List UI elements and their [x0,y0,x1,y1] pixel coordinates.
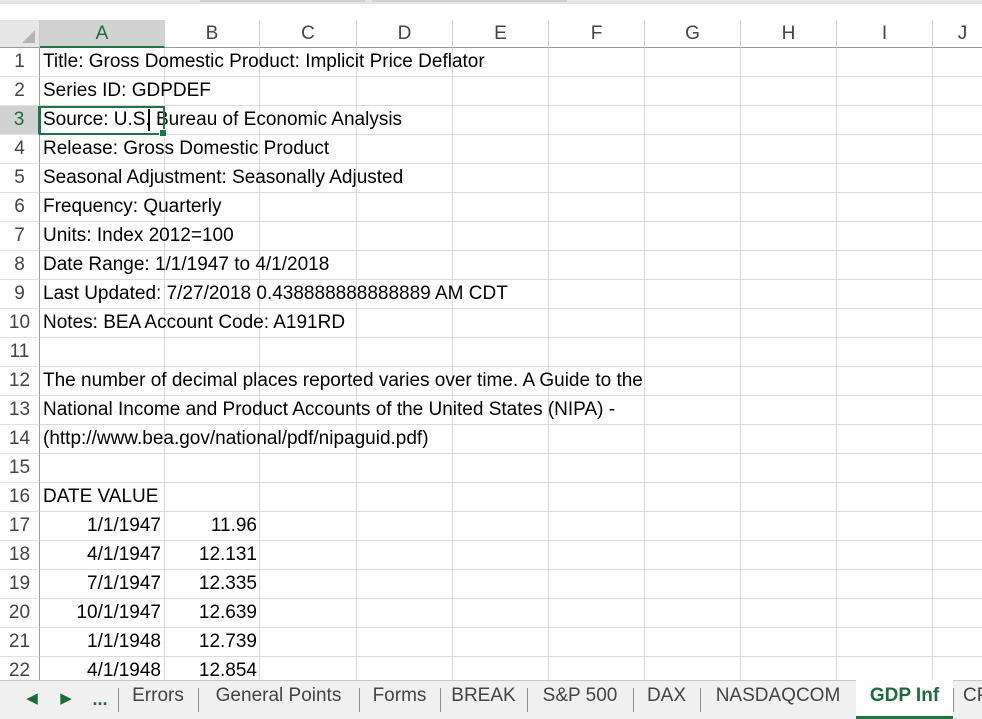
column-header-d[interactable]: D [357,20,453,48]
column-header-j[interactable]: J [933,20,982,48]
gridline-horizontal [40,337,982,338]
sheet-tab-general-points[interactable]: General Points [198,681,359,719]
row-header-4[interactable]: 4 [0,135,40,164]
row-header-14[interactable]: 14 [0,425,40,454]
row-header-2[interactable]: 2 [0,77,40,106]
active-cell-selection[interactable] [39,106,167,137]
row-header-15[interactable]: 15 [0,454,40,483]
cell-a6[interactable]: Frequency: Quarterly [43,193,221,221]
cell-a19[interactable]: 7/1/1947 [40,570,161,598]
sheet-tab-break[interactable]: BREAK [440,681,527,719]
row-header-22[interactable]: 22 [0,657,40,680]
cell-a18[interactable]: 4/1/1947 [40,541,161,569]
next-sheet-icon[interactable]: ▶ [56,681,76,719]
row-header-11[interactable]: 11 [0,338,40,367]
column-header-a[interactable]: A [40,20,165,48]
cell-a16[interactable]: DATE VALUE [43,483,158,511]
row-header-1[interactable]: 1 [0,48,40,77]
spreadsheet-grid[interactable]: A B C D E F G H I J 1 Title: Gross Domestic Product… [0,4,982,680]
gridline-vertical [932,48,933,680]
row-header-20[interactable]: 20 [0,599,40,628]
cell-a13[interactable]: National Income and Product Accounts of … [43,396,615,424]
cell-a2[interactable]: Series ID: GDPDEF [43,77,211,105]
row-header-12[interactable]: 12 [0,367,40,396]
sheet-tab-dax[interactable]: DAX [633,681,700,719]
row-header-18[interactable]: 18 [0,541,40,570]
cell-b22[interactable]: 12.854 [165,657,257,680]
sheet-tab-cp[interactable]: CP [953,681,982,719]
row-header-13[interactable]: 13 [0,396,40,425]
cell-a22[interactable]: 4/1/1948 [40,657,161,680]
cell-a9[interactable]: Last Updated: 7/27/2018 0.43888888888888… [43,280,508,308]
column-header-b[interactable]: B [165,20,260,48]
column-header-g[interactable]: G [645,20,741,48]
column-header-f[interactable]: F [549,20,645,48]
sheet-tab-nasdaqcom[interactable]: NASDAQCOM [700,681,856,719]
cell-b17[interactable]: 11.96 [165,512,257,540]
cell-b21[interactable]: 12.739 [165,628,257,656]
text-cursor [148,109,150,131]
row-header-3[interactable]: 3 [0,106,40,135]
gridline-vertical [356,48,357,680]
row-header-21[interactable]: 21 [0,628,40,657]
cell-a7[interactable]: Units: Index 2012=100 [43,222,234,250]
gridline-vertical [836,48,837,680]
cell-a21[interactable]: 1/1/1948 [40,628,161,656]
cell-a12[interactable]: The number of decimal places reported va… [43,367,643,395]
gridline-horizontal [40,482,982,483]
column-header-h[interactable]: H [741,20,837,48]
sheet-tab-s-p-500[interactable]: S&P 500 [527,681,633,719]
row-header-7[interactable]: 7 [0,222,40,251]
gridline-vertical [740,48,741,680]
row-header-9[interactable]: 9 [0,280,40,309]
cell-a17[interactable]: 1/1/1947 [40,512,161,540]
more-sheets-button[interactable]: ... [88,681,112,719]
row-header-16[interactable]: 16 [0,483,40,512]
select-all-corner[interactable] [0,20,40,48]
window-tab-edge [200,0,365,2]
gridline-vertical [644,48,645,680]
column-header-i[interactable]: I [837,20,933,48]
cell-a4[interactable]: Release: Gross Domestic Product [43,135,329,163]
cell-a5[interactable]: Seasonal Adjustment: Seasonally Adjusted [43,164,403,192]
select-all-triangle-icon [22,30,35,43]
cell-b20[interactable]: 12.639 [165,599,257,627]
gridline-vertical [452,48,453,680]
prev-sheet-icon[interactable]: ◀ [22,681,42,719]
column-header-c[interactable]: C [260,20,357,48]
row-header-10[interactable]: 10 [0,309,40,338]
row-header-6[interactable]: 6 [0,193,40,222]
gridline-vertical [548,48,549,680]
fill-handle[interactable] [159,129,167,137]
window-tab-edge [372,0,567,2]
row-header-19[interactable]: 19 [0,570,40,599]
cell-a20[interactable]: 10/1/1947 [40,599,161,627]
cell-b19[interactable]: 12.335 [165,570,257,598]
sheet-tab-gdp-inf[interactable]: GDP Inf [856,680,953,719]
cell-a14[interactable]: (http://www.bea.gov/national/pdf/nipagui… [43,425,429,453]
sheet-tab-bar: ◀ ▶... Errors General Points Forms BREAK S&P 5… [0,680,982,719]
row-header-5[interactable]: 5 [0,164,40,193]
cell-b18[interactable]: 12.131 [165,541,257,569]
row-header-8[interactable]: 8 [0,251,40,280]
cell-a8[interactable]: Date Range: 1/1/1947 to 4/1/2018 [43,251,329,279]
column-header-e[interactable]: E [453,20,549,48]
sheet-tab-forms[interactable]: Forms [359,681,440,719]
cell-a1[interactable]: Title: Gross Domestic Product: Implicit … [43,48,485,76]
cell-a10[interactable]: Notes: BEA Account Code: A191RD [43,309,345,337]
sheet-tab-errors[interactable]: Errors [118,681,198,719]
gridline-horizontal [40,453,982,454]
row-header-17[interactable]: 17 [0,512,40,541]
